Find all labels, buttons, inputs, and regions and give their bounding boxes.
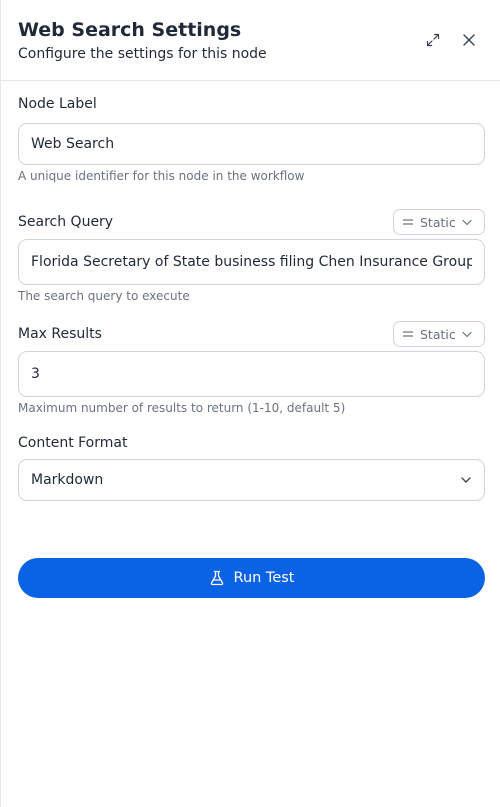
max-results-mode-label: Static bbox=[420, 326, 456, 342]
max-results-label: Max Results bbox=[18, 326, 102, 342]
close-icon bbox=[463, 34, 475, 46]
content-format-label: Content Format bbox=[18, 435, 128, 451]
chevron-down-icon bbox=[460, 475, 472, 485]
search-query-input[interactable] bbox=[31, 254, 472, 270]
expand-icon bbox=[426, 33, 440, 47]
node-label-input[interactable] bbox=[31, 136, 472, 152]
content-format-value: Markdown bbox=[31, 472, 104, 488]
max-results-field[interactable] bbox=[18, 351, 485, 397]
search-query-label: Search Query bbox=[18, 214, 114, 230]
close-button[interactable] bbox=[457, 28, 481, 52]
settings-panel: Web Search Settings Configure the settin… bbox=[0, 0, 500, 807]
flask-icon bbox=[209, 570, 225, 586]
panel-header: Web Search Settings Configure the settin… bbox=[1, 0, 500, 81]
chevron-down-icon bbox=[461, 217, 473, 227]
chevron-down-icon bbox=[461, 329, 473, 339]
run-test-button[interactable]: Run Test bbox=[18, 558, 485, 598]
expand-button[interactable] bbox=[421, 28, 445, 52]
max-results-hint: Maximum number of results to return (1-1… bbox=[18, 401, 346, 415]
node-label-field[interactable] bbox=[18, 123, 485, 165]
search-query-mode-select[interactable]: Static bbox=[393, 209, 485, 235]
search-query-mode-label: Static bbox=[420, 214, 456, 230]
panel-title: Web Search Settings bbox=[18, 19, 242, 41]
search-query-hint: The search query to execute bbox=[18, 289, 190, 303]
panel-subtitle: Configure the settings for this node bbox=[18, 46, 267, 62]
equals-icon bbox=[402, 329, 414, 339]
node-label-hint: A unique identifier for this node in the… bbox=[18, 169, 305, 183]
node-label-label: Node Label bbox=[18, 96, 97, 112]
search-query-field[interactable] bbox=[18, 239, 485, 285]
max-results-mode-select[interactable]: Static bbox=[393, 321, 485, 347]
run-test-label: Run Test bbox=[233, 570, 295, 586]
equals-icon bbox=[402, 217, 414, 227]
max-results-input[interactable] bbox=[31, 366, 472, 382]
content-format-select[interactable]: Markdown bbox=[18, 459, 485, 501]
